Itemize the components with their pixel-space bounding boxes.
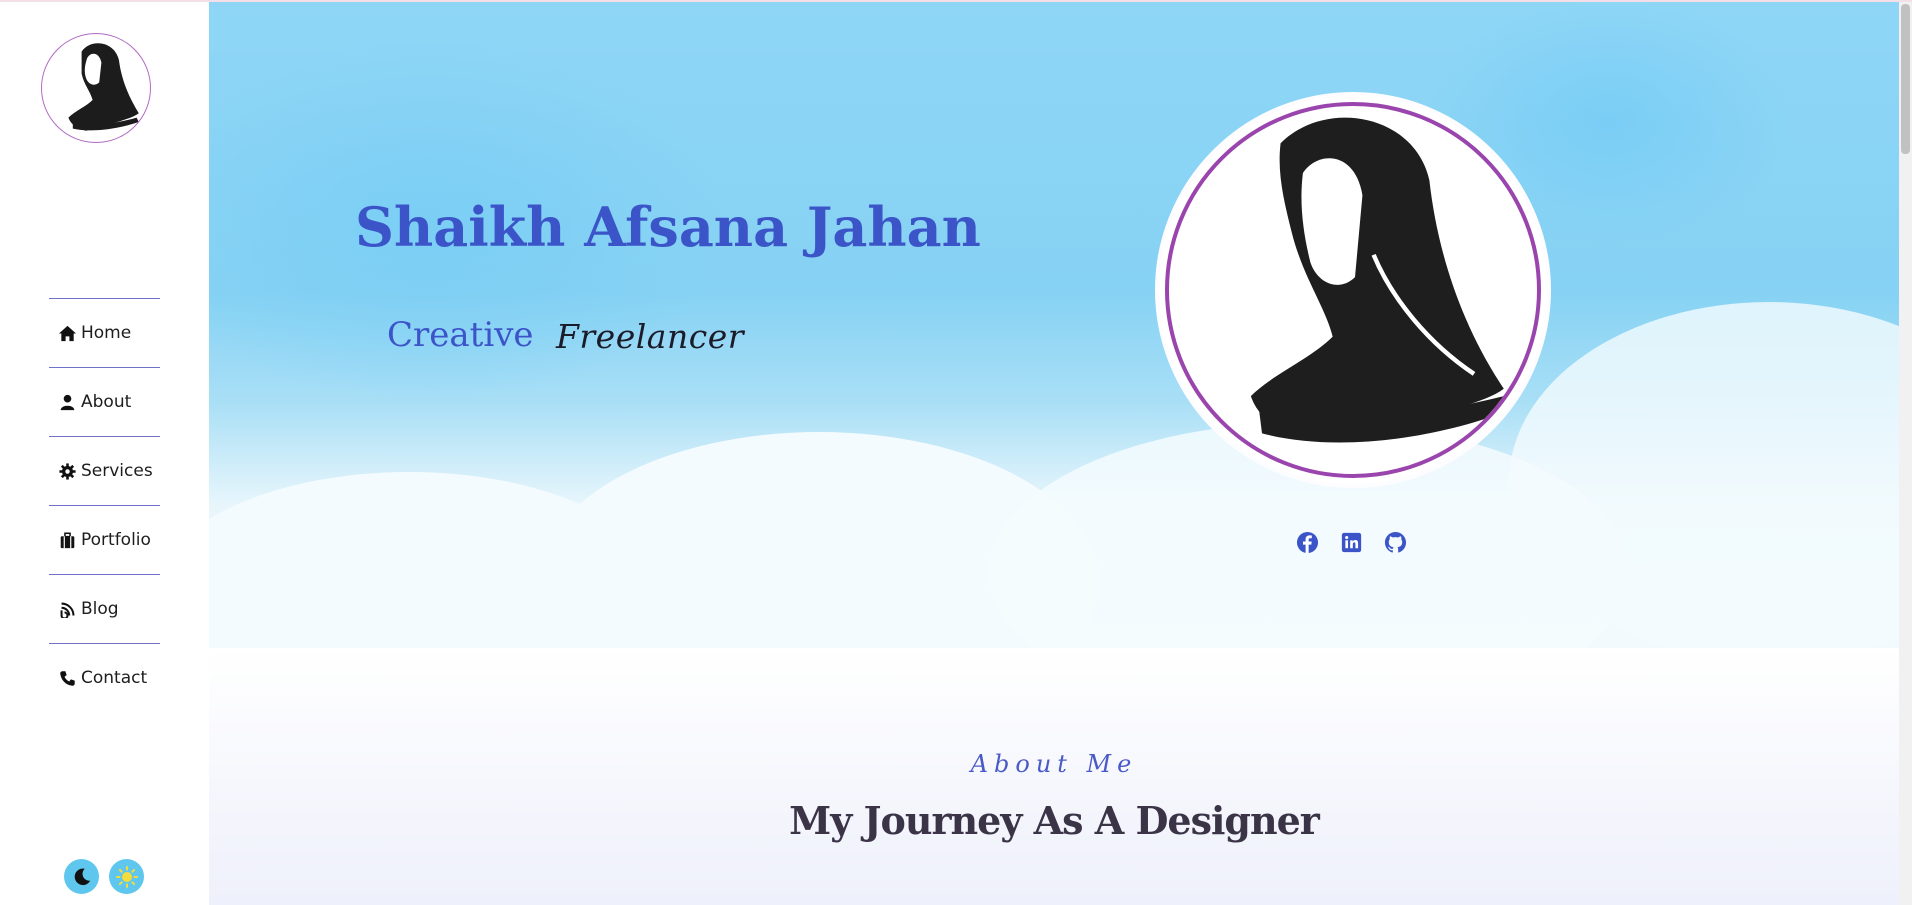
nav-item-portfolio[interactable]: Portfolio (49, 505, 160, 574)
nav-item-about[interactable]: About (49, 367, 160, 436)
main-nav: Home About Services Portfolio Blog Conta… (49, 298, 160, 712)
nav-item-services[interactable]: Services (49, 436, 160, 505)
nav-label: Blog (81, 599, 119, 619)
hero-role-word: Freelancer (556, 317, 744, 356)
dark-mode-toggle[interactable] (64, 859, 99, 894)
about-section: About Me My Journey As A Designer (209, 648, 1899, 905)
nav-label: Contact (81, 668, 148, 688)
watercolor-cloud (1509, 302, 1899, 648)
github-link[interactable] (1383, 530, 1407, 554)
facebook-link[interactable] (1295, 530, 1319, 554)
hijab-woman-icon (68, 43, 139, 131)
nav-item-contact[interactable]: Contact (49, 643, 160, 712)
nav-label: Portfolio (81, 530, 151, 550)
user-icon (57, 392, 77, 412)
about-kicker: About Me (970, 750, 1138, 778)
about-title: My Journey As A Designer (789, 798, 1320, 843)
hero-avatar (1155, 92, 1551, 488)
page-scrollbar[interactable] (1899, 2, 1912, 905)
hero-role-prefix: Creative (387, 315, 534, 355)
home-icon (57, 323, 77, 343)
nav-label: Services (81, 461, 153, 481)
hero-avatar-ring (1165, 102, 1541, 478)
nav-label: About (81, 392, 132, 412)
scrollbar-thumb[interactable] (1901, 4, 1910, 154)
sidebar: Home About Services Portfolio Blog Conta… (0, 2, 209, 905)
moon-icon (74, 868, 90, 885)
nav-item-blog[interactable]: Blog (49, 574, 160, 643)
briefcase-icon (57, 530, 77, 550)
hijab-woman-icon (1250, 117, 1508, 443)
hero-name: Shaikh Afsana Jahan (355, 195, 981, 259)
facebook-icon (1296, 531, 1318, 553)
light-mode-toggle[interactable] (109, 859, 144, 894)
nav-label: Home (81, 323, 132, 343)
nav-item-home[interactable]: Home (49, 298, 160, 367)
linkedin-icon (1341, 532, 1361, 552)
hero-section: Shaikh Afsana Jahan Creative Freelancer (209, 2, 1899, 648)
linkedin-link[interactable] (1339, 530, 1363, 554)
github-icon (1384, 531, 1406, 552)
social-links (1295, 530, 1407, 554)
phone-icon (57, 668, 77, 688)
blog-icon (57, 599, 77, 619)
sidebar-avatar[interactable] (41, 33, 151, 143)
sun-icon (115, 865, 138, 888)
gear-icon (57, 461, 77, 481)
